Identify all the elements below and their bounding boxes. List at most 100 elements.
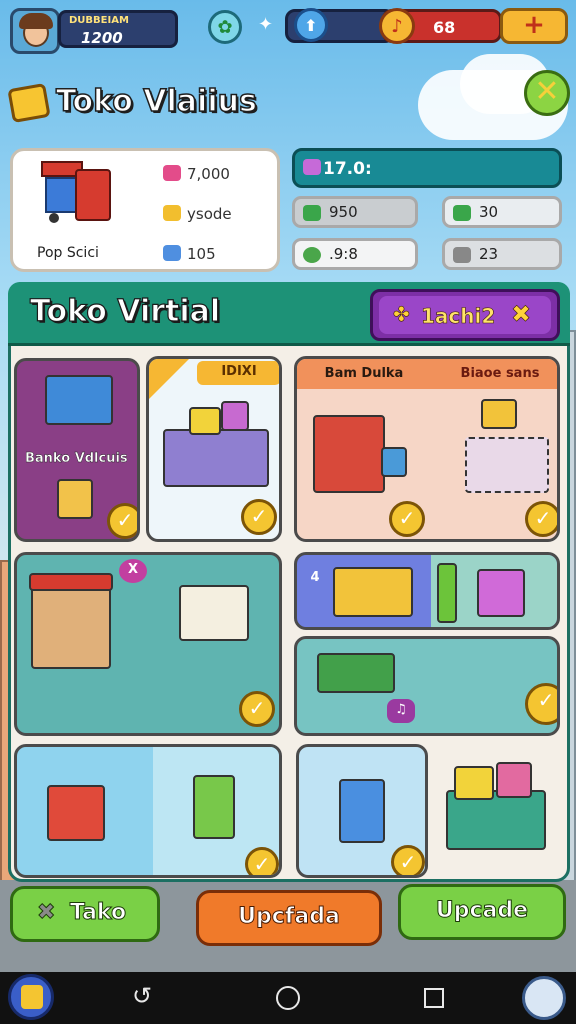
bottle-icon (437, 563, 457, 623)
tile-tag: IDIXI (197, 361, 279, 385)
plus-icon: + (523, 10, 545, 40)
recents-icon[interactable] (424, 988, 444, 1008)
resource-pill: 30 (442, 196, 562, 228)
box-icon (481, 399, 517, 429)
upcade-button[interactable]: Upcade (398, 884, 566, 940)
system-nav-bar: ↺ (0, 972, 576, 1024)
pill-value: 30 (479, 203, 499, 221)
key-icon: ✤ (393, 302, 410, 327)
cart-stall-icon (179, 585, 249, 641)
tako-button[interactable]: ✖ Tako (10, 886, 160, 942)
progress-value: 17.0: (323, 159, 372, 179)
tile-goods[interactable]: 4 (294, 552, 560, 630)
tile-shelf[interactable]: X ✓ (14, 552, 282, 736)
close-icon: ✕ (534, 74, 560, 109)
coin-count: 1200 (81, 29, 123, 47)
box-icon (189, 407, 221, 435)
crate-icon (57, 479, 93, 519)
achievement-button[interactable]: ✤ 1achi2 ✖ (370, 289, 560, 341)
check-icon: ✓ (391, 845, 425, 875)
puzzle-icon (21, 985, 43, 1009)
spark-icon: ✦ (258, 14, 274, 35)
box-icon (221, 401, 249, 431)
home-shortcut[interactable] (8, 974, 54, 1020)
shop-icon (7, 82, 51, 124)
bin-icon (381, 447, 407, 477)
tile-tag: Biaoe sans (460, 366, 540, 381)
box-icon (339, 779, 385, 843)
tile-market[interactable]: Bam Dulka Biaoe sans ✓ ✓ (294, 356, 560, 542)
stall-icon (41, 161, 131, 231)
check-icon: ✓ (239, 691, 275, 727)
check-icon: ✓ (241, 499, 277, 535)
hex-icon: ♫ (387, 699, 415, 723)
panel-title: Toko Virtial (29, 293, 221, 329)
resource-pill: .9:8 (292, 238, 418, 270)
box-icon (454, 766, 494, 800)
stat-value: 105 (187, 245, 216, 263)
gift-basket[interactable] (440, 752, 552, 858)
tile-bank[interactable]: Banko Vdlcuis ✓ (14, 358, 140, 542)
shop-title: Toko Vlaiius (55, 83, 257, 120)
resource-pill: 23 (442, 238, 562, 270)
stall-icon (313, 415, 385, 493)
check-icon: ✓ (245, 847, 279, 875)
upcade-label: Upcade (435, 898, 529, 924)
stat-row: ysode (163, 205, 232, 223)
stat-value: ysode (187, 205, 232, 223)
number-badge: 4 (310, 570, 320, 585)
box-icon (496, 762, 532, 798)
trolley-icon (317, 653, 395, 693)
resource-bars: 17.0: 950 30 .9:8 23 (292, 148, 564, 272)
tile-plants[interactable]: ✓ (14, 744, 282, 878)
cart-icon (465, 437, 549, 493)
shelf-icon (31, 579, 111, 669)
tile-label: Banko Vdlcuis (25, 451, 128, 466)
owner-label: Pop Scici (37, 245, 99, 261)
upgrade-button[interactable]: Upcfada (196, 890, 382, 946)
home-icon[interactable] (276, 986, 300, 1010)
pill-value: 23 (479, 245, 499, 263)
check-icon: ✓ (525, 501, 557, 537)
back-icon[interactable]: ↺ (132, 982, 152, 1010)
close-button[interactable]: ✕ (524, 70, 570, 116)
upgrade-label: Upcfada (238, 904, 341, 930)
gem-bar[interactable]: ♪ 68 (379, 8, 502, 44)
player-name: DUBBEIAM (69, 15, 129, 26)
avatar[interactable] (10, 8, 60, 54)
tile-trolley[interactable]: ♫ ✓ (294, 636, 560, 736)
awning (29, 573, 113, 591)
tools-icon: ✖ (36, 900, 56, 926)
basket-icon (477, 569, 525, 617)
tile-tag: Bam Dulka (324, 366, 404, 381)
cross-icon: ✖ (511, 300, 532, 329)
tile-bluebox[interactable]: ✓ (296, 744, 428, 878)
check-icon: ✓ (107, 503, 137, 539)
crate-basket (163, 429, 269, 487)
pill-value: .9:8 (329, 245, 358, 263)
shop-stats-card: 7,000 ysode 105 Pop Scici (10, 148, 280, 272)
stat-row: 105 (163, 245, 216, 263)
energy-icon: ⬆ (294, 8, 328, 42)
plus-button[interactable]: + (500, 8, 568, 44)
tile-crates[interactable]: IDIXI ✓ (146, 356, 282, 542)
player-info[interactable]: DUBBEIAM 1200 (58, 10, 178, 48)
hex-badge: X (119, 559, 147, 583)
resource-pill: 950 (292, 196, 418, 228)
mascot-icon[interactable] (522, 976, 566, 1020)
check-icon: ✓ (389, 501, 425, 537)
pill-value: 950 (329, 203, 358, 221)
achievement-label: 1achi2 (421, 304, 496, 329)
crates-icon (333, 567, 413, 617)
stat-row: 7,000 (163, 165, 230, 183)
gem-count: 68 (433, 18, 456, 37)
check-icon: ✓ (525, 683, 557, 725)
soda-box-icon (193, 775, 235, 839)
plant-box-icon (47, 785, 105, 841)
gem-icon: ♪ (379, 8, 415, 44)
progress-bar: 17.0: (292, 148, 562, 188)
tako-label: Tako (69, 900, 127, 926)
stat-value: 7,000 (187, 165, 230, 183)
box-icon (45, 375, 113, 425)
leaf-icon[interactable]: ✿ (208, 10, 242, 44)
